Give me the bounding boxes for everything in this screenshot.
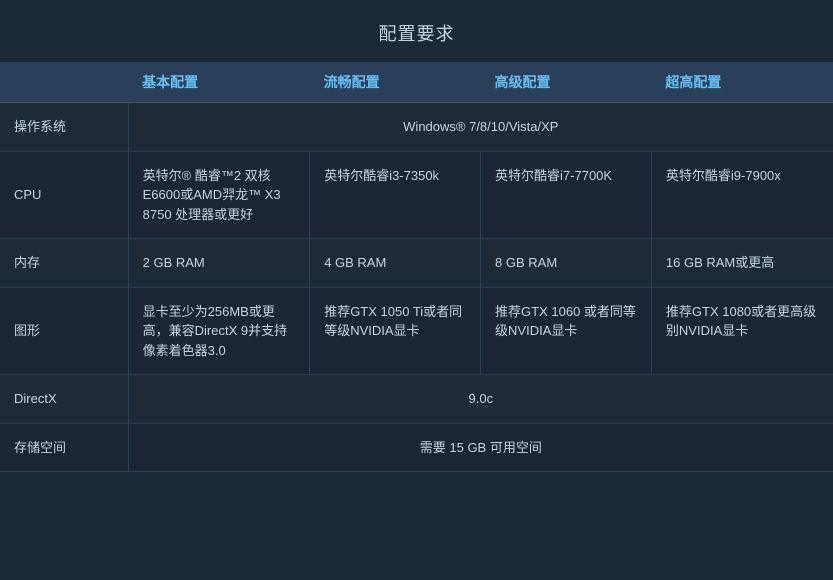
row-high: 8 GB RAM: [481, 239, 652, 288]
header-label-col: [0, 62, 128, 103]
table-row: 操作系统Windows® 7/8/10/Vista/XP: [0, 103, 833, 152]
row-high: 推荐GTX 1060 或者同等级NVIDIA显卡: [481, 287, 652, 375]
row-smooth: 推荐GTX 1050 Ti或者同等级NVIDIA显卡: [310, 287, 481, 375]
row-smooth: 英特尔酷睿i3-7350k: [310, 151, 481, 239]
row-high: 英特尔酷睿i7-7700K: [481, 151, 652, 239]
row-basic: 显卡至少为256MB或更高，兼容DirectX 9并支持像素着色器3.0: [128, 287, 310, 375]
row-span-value: Windows® 7/8/10/Vista/XP: [128, 103, 833, 152]
row-label: 图形: [0, 287, 128, 375]
row-label: 存储空间: [0, 423, 128, 472]
header-high: 高级配置: [481, 62, 652, 103]
requirements-table: 基本配置 流畅配置 高级配置 超高配置 操作系统Windows® 7/8/10/…: [0, 62, 833, 472]
table-row: CPU英特尔® 酷睿™2 双核 E6600或AMD羿龙™ X3 8750 处理器…: [0, 151, 833, 239]
table-row: 图形显卡至少为256MB或更高，兼容DirectX 9并支持像素着色器3.0推荐…: [0, 287, 833, 375]
row-label: DirectX: [0, 375, 128, 424]
header-ultra: 超高配置: [651, 62, 833, 103]
row-basic: 英特尔® 酷睿™2 双核 E6600或AMD羿龙™ X3 8750 处理器或更好: [128, 151, 310, 239]
row-label: CPU: [0, 151, 128, 239]
row-smooth: 4 GB RAM: [310, 239, 481, 288]
row-span-value: 9.0c: [128, 375, 833, 424]
row-ultra: 16 GB RAM或更高: [651, 239, 833, 288]
table-row: DirectX9.0c: [0, 375, 833, 424]
row-label: 操作系统: [0, 103, 128, 152]
row-basic: 2 GB RAM: [128, 239, 310, 288]
table-body: 操作系统Windows® 7/8/10/Vista/XPCPU英特尔® 酷睿™2…: [0, 103, 833, 472]
row-ultra: 英特尔酷睿i9-7900x: [651, 151, 833, 239]
table-row: 存储空间需要 15 GB 可用空间: [0, 423, 833, 472]
row-span-value: 需要 15 GB 可用空间: [128, 423, 833, 472]
table-row: 内存2 GB RAM4 GB RAM8 GB RAM16 GB RAM或更高: [0, 239, 833, 288]
row-label: 内存: [0, 239, 128, 288]
header-basic: 基本配置: [128, 62, 310, 103]
row-ultra: 推荐GTX 1080或者更高级别NVIDIA显卡: [651, 287, 833, 375]
table-header-row: 基本配置 流畅配置 高级配置 超高配置: [0, 62, 833, 103]
header-smooth: 流畅配置: [310, 62, 481, 103]
page-title: 配置要求: [0, 0, 833, 62]
